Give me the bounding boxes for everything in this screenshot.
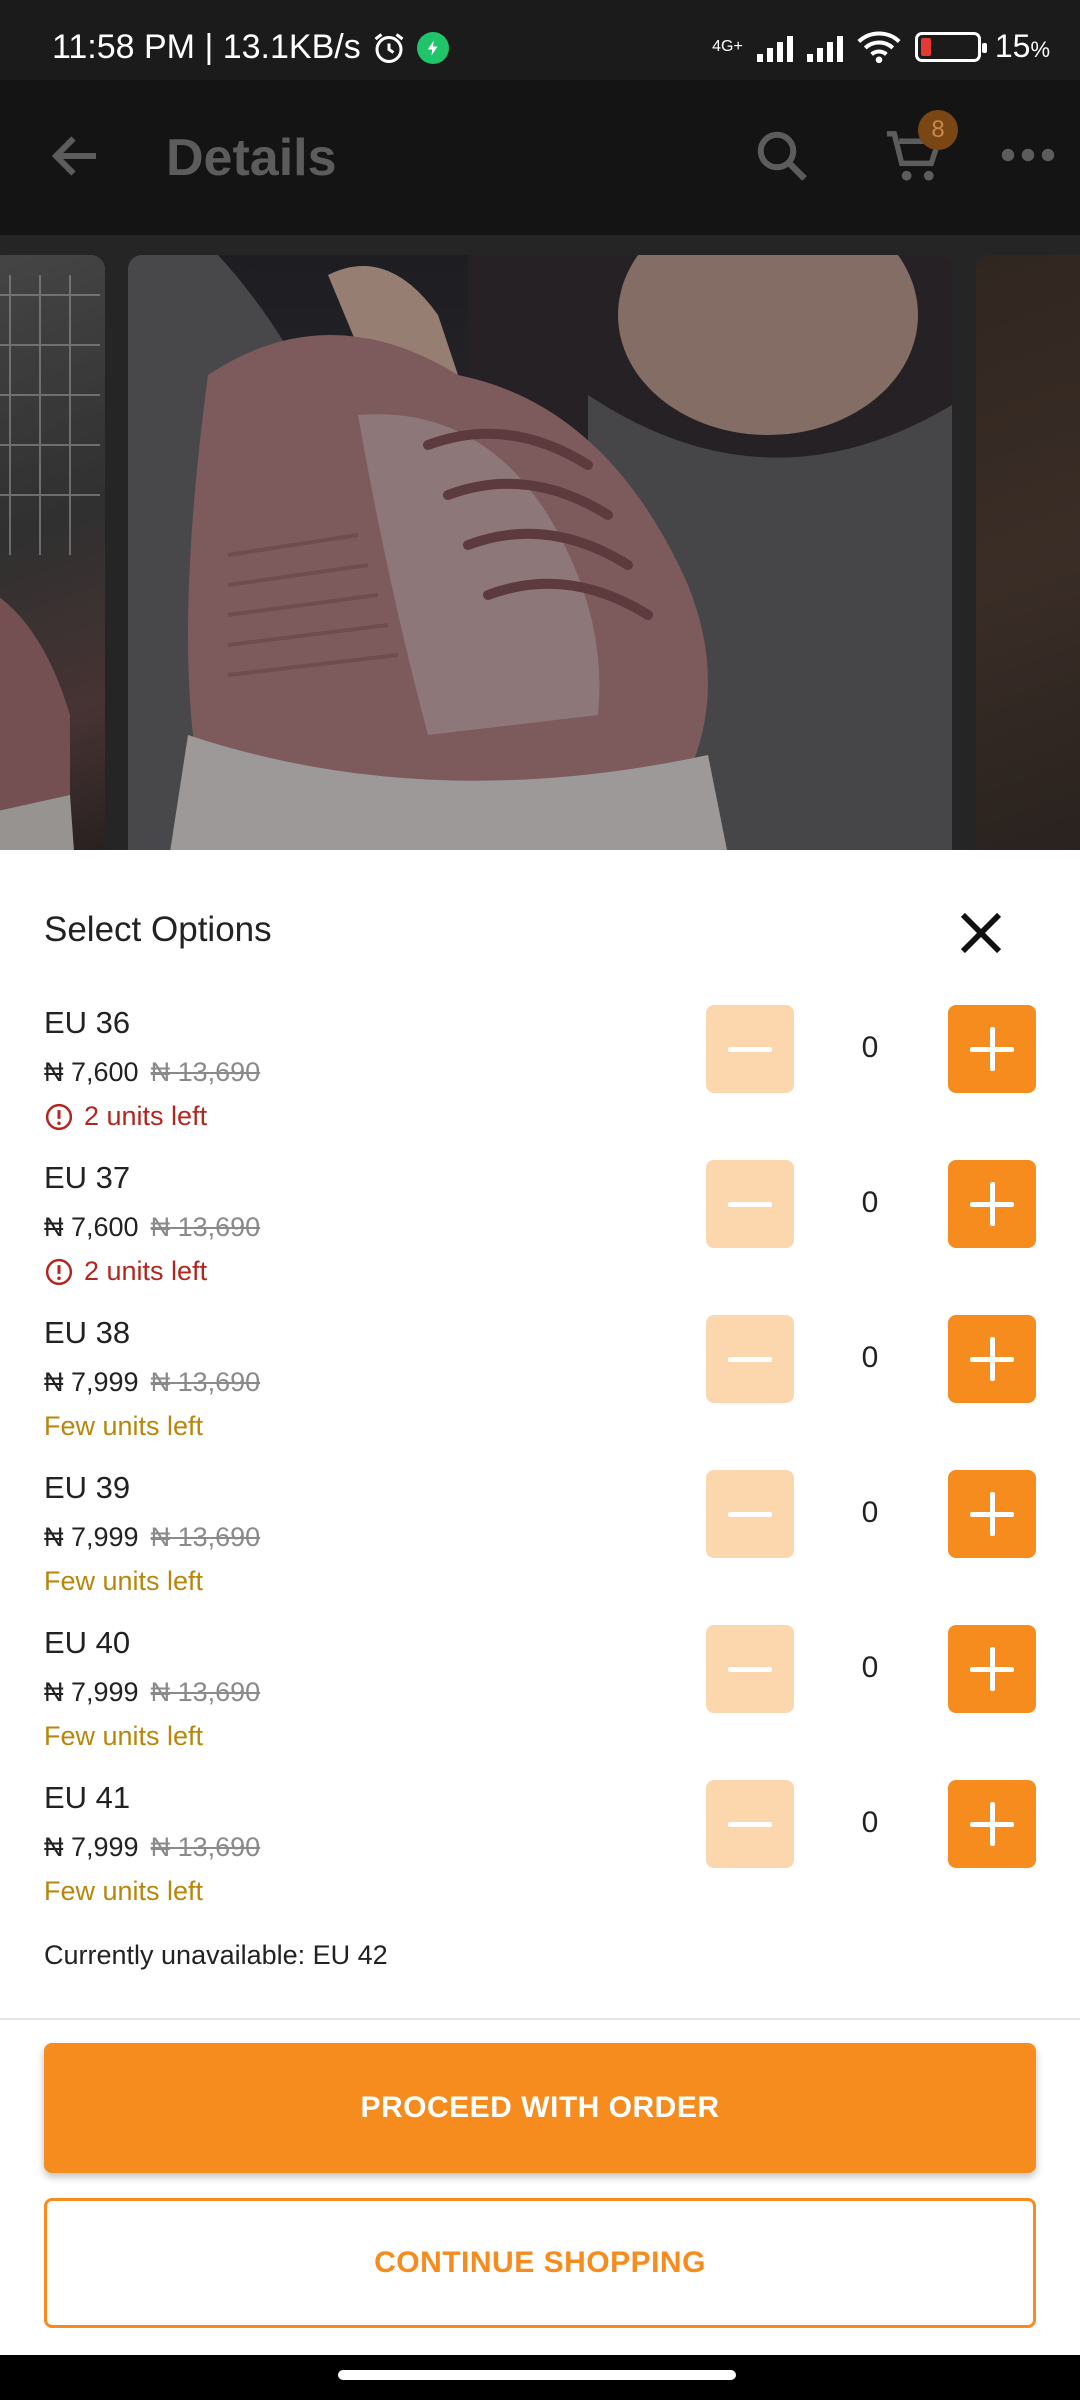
warning-icon <box>45 1103 73 1130</box>
decrease-quantity-button[interactable] <box>706 1470 794 1558</box>
increase-quantity-button[interactable] <box>948 1160 1036 1248</box>
option-size: EU 39 <box>44 1470 131 1505</box>
option-price-group: ₦ 7,999 ₦ 13,690 <box>44 1832 260 1863</box>
decrease-quantity-button[interactable] <box>706 1160 794 1248</box>
warning-icon <box>45 1258 73 1285</box>
quantity-value: 0 <box>861 1496 879 1529</box>
option-stock-text: Few units left <box>44 1876 204 1906</box>
option-price: ₦ 7,600 <box>44 1212 139 1242</box>
option-stock-text: 2 units left <box>84 1256 208 1286</box>
system-nav-bar <box>0 2355 1080 2400</box>
option-stock-text: Few units left <box>44 1411 204 1441</box>
quantity-value: 0 <box>861 1031 879 1064</box>
quantity-value: 0 <box>861 1806 879 1839</box>
option-price-group: ₦ 7,999 ₦ 13,690 <box>44 1677 260 1708</box>
quantity-value: 0 <box>861 1341 879 1374</box>
status-bar: 11:58 PM | 13.1KB/s 4G+ 15% <box>0 0 1080 80</box>
app-notification-icon <box>416 31 449 64</box>
option-price-group: ₦ 7,999 ₦ 13,690 <box>44 1522 260 1553</box>
decrease-quantity-button[interactable] <box>706 1005 794 1093</box>
option-stock-status: Few units left <box>44 1876 203 1907</box>
increase-quantity-button[interactable] <box>948 1005 1036 1093</box>
divider <box>0 2018 1080 2020</box>
option-old-price: ₦ 13,690 <box>150 1367 261 1397</box>
option-row: EU 38 ₦ 7,999 ₦ 13,690 Few units left 0 <box>0 1315 1080 1470</box>
sheet-title: Select Options <box>44 910 272 949</box>
home-indicator[interactable] <box>338 2370 736 2380</box>
continue-shopping-button[interactable]: CONTINUE SHOPPING <box>44 2198 1036 2328</box>
quantity-value: 0 <box>861 1186 879 1219</box>
decrease-quantity-button[interactable] <box>706 1780 794 1868</box>
increase-quantity-button[interactable] <box>948 1625 1036 1713</box>
option-stock-status: Few units left <box>44 1566 203 1597</box>
modal-backdrop[interactable] <box>0 235 1080 850</box>
option-stock-status: Few units left <box>44 1721 203 1752</box>
signal-icon-2 <box>806 32 843 62</box>
option-stock-text: Few units left <box>44 1721 204 1751</box>
network-type: 4G+ <box>712 37 743 55</box>
alarm-icon <box>374 32 404 63</box>
option-size: EU 40 <box>44 1625 131 1660</box>
option-price: ₦ 7,999 <box>44 1677 139 1707</box>
option-row: EU 41 ₦ 7,999 ₦ 13,690 Few units left 0 <box>0 1780 1080 1935</box>
increase-quantity-button[interactable] <box>948 1780 1036 1868</box>
option-row: EU 39 ₦ 7,999 ₦ 13,690 Few units left 0 <box>0 1470 1080 1625</box>
increase-quantity-button[interactable] <box>948 1470 1036 1558</box>
decrease-quantity-button[interactable] <box>706 1315 794 1403</box>
option-row: EU 40 ₦ 7,999 ₦ 13,690 Few units left 0 <box>0 1625 1080 1780</box>
option-stock-status: Few units left <box>44 1411 203 1442</box>
back-arrow-icon[interactable] <box>46 126 106 186</box>
signal-icon <box>756 32 793 62</box>
wifi-icon <box>857 30 901 63</box>
option-row: EU 36 ₦ 7,600 ₦ 13,690 2 units left 0 <box>0 1005 1080 1160</box>
battery-level <box>920 37 931 56</box>
battery-percent: 15% <box>994 28 1050 64</box>
option-price-group: ₦ 7,600 ₦ 13,690 <box>44 1212 260 1243</box>
quantity-value: 0 <box>861 1651 879 1684</box>
option-size: EU 36 <box>44 1005 131 1040</box>
option-price: ₦ 7,999 <box>44 1367 139 1397</box>
page-title: Details <box>166 129 337 187</box>
option-stock-text: 2 units left <box>84 1101 208 1131</box>
option-old-price: ₦ 13,690 <box>150 1522 261 1552</box>
option-size: EU 41 <box>44 1780 131 1815</box>
close-icon[interactable] <box>950 902 1012 964</box>
more-icon[interactable] <box>998 140 1058 170</box>
option-row: EU 37 ₦ 7,600 ₦ 13,690 2 units left 0 <box>0 1160 1080 1315</box>
select-options-sheet: Select Options EU 36 ₦ 7,600 ₦ 13,690 2 uni… <box>0 850 1080 2355</box>
option-old-price: ₦ 13,690 <box>150 1057 261 1087</box>
cart-count-badge: 8 <box>918 110 958 150</box>
proceed-with-order-button[interactable]: PROCEED WITH ORDER <box>44 2043 1036 2173</box>
option-size: EU 37 <box>44 1160 131 1195</box>
product-image-carousel[interactable] <box>0 235 1080 850</box>
status-time: 11:58 PM | 13.1KB/s <box>52 28 361 66</box>
option-price: ₦ 7,600 <box>44 1057 139 1087</box>
option-price: ₦ 7,999 <box>44 1522 139 1552</box>
status-left: 11:58 PM | 13.1KB/s <box>52 28 449 67</box>
increase-quantity-button[interactable] <box>948 1315 1036 1403</box>
option-size: EU 38 <box>44 1315 131 1350</box>
option-price: ₦ 7,999 <box>44 1832 139 1862</box>
option-stock-text: Few units left <box>44 1566 204 1596</box>
app-bar: Details 8 <box>0 80 1080 235</box>
decrease-quantity-button[interactable] <box>706 1625 794 1713</box>
option-old-price: ₦ 13,690 <box>150 1832 261 1862</box>
option-stock-status: 2 units left <box>44 1256 207 1287</box>
status-right: 4G+ 15% <box>712 28 1050 65</box>
option-stock-status: 2 units left <box>44 1101 207 1132</box>
unavailable-sizes: Currently unavailable: EU 42 <box>44 1940 388 1970</box>
battery-icon <box>914 31 987 62</box>
option-price-group: ₦ 7,600 ₦ 13,690 <box>44 1057 260 1088</box>
option-old-price: ₦ 13,690 <box>150 1212 261 1242</box>
option-old-price: ₦ 13,690 <box>150 1677 261 1707</box>
search-icon[interactable] <box>752 126 812 186</box>
option-price-group: ₦ 7,999 ₦ 13,690 <box>44 1367 260 1398</box>
